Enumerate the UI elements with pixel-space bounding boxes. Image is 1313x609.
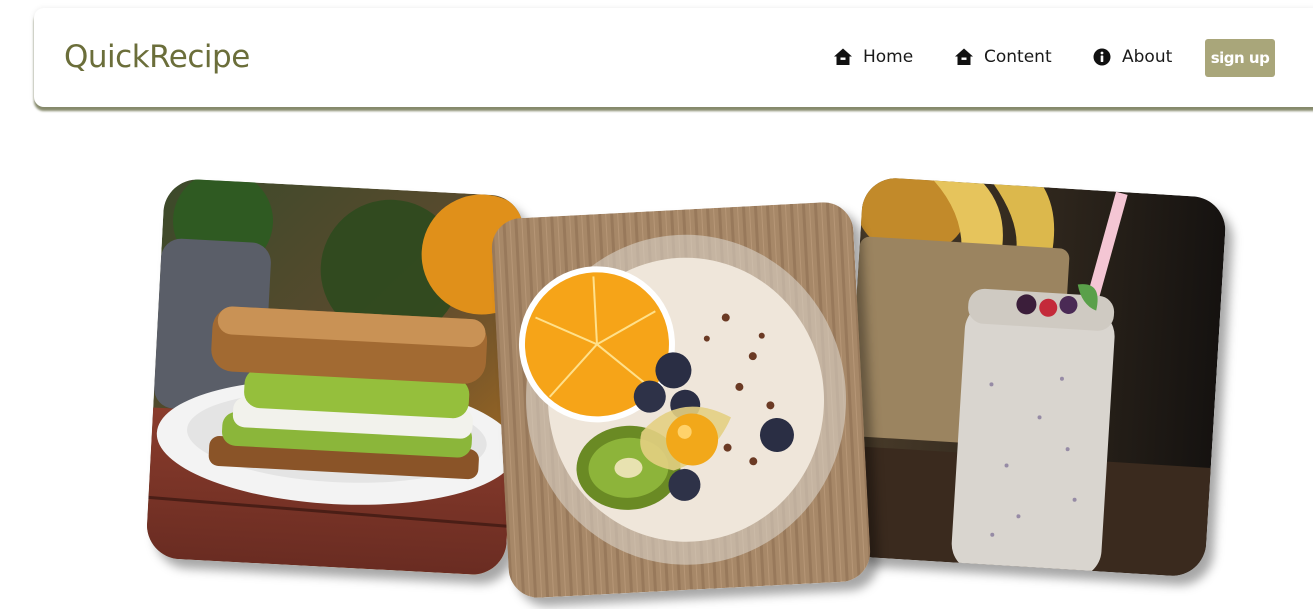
sandwich-photo [145,177,525,577]
nav-links: Home Content About [34,46,1313,86]
gallery-card-oatmeal[interactable] [490,200,872,600]
signup-button[interactable]: sign up [1205,39,1275,77]
nav-link-content[interactable]: Content [954,47,1052,67]
smoothie-photo [840,176,1228,578]
nav-label: About [1122,47,1173,67]
gallery-card-smoothie[interactable] [840,176,1228,578]
nav-link-home[interactable]: Home [833,47,913,67]
oatmeal-photo [490,200,872,600]
nav-label: Content [984,47,1052,67]
gallery-card-sandwich[interactable] [145,177,525,577]
info-icon [1092,47,1112,67]
home-icon [833,47,853,67]
home-icon [954,47,974,67]
nav-link-about[interactable]: About [1092,47,1172,67]
navbar: QuickRecipe Home Content About sign up [34,8,1313,107]
nav-label: Home [863,47,914,67]
